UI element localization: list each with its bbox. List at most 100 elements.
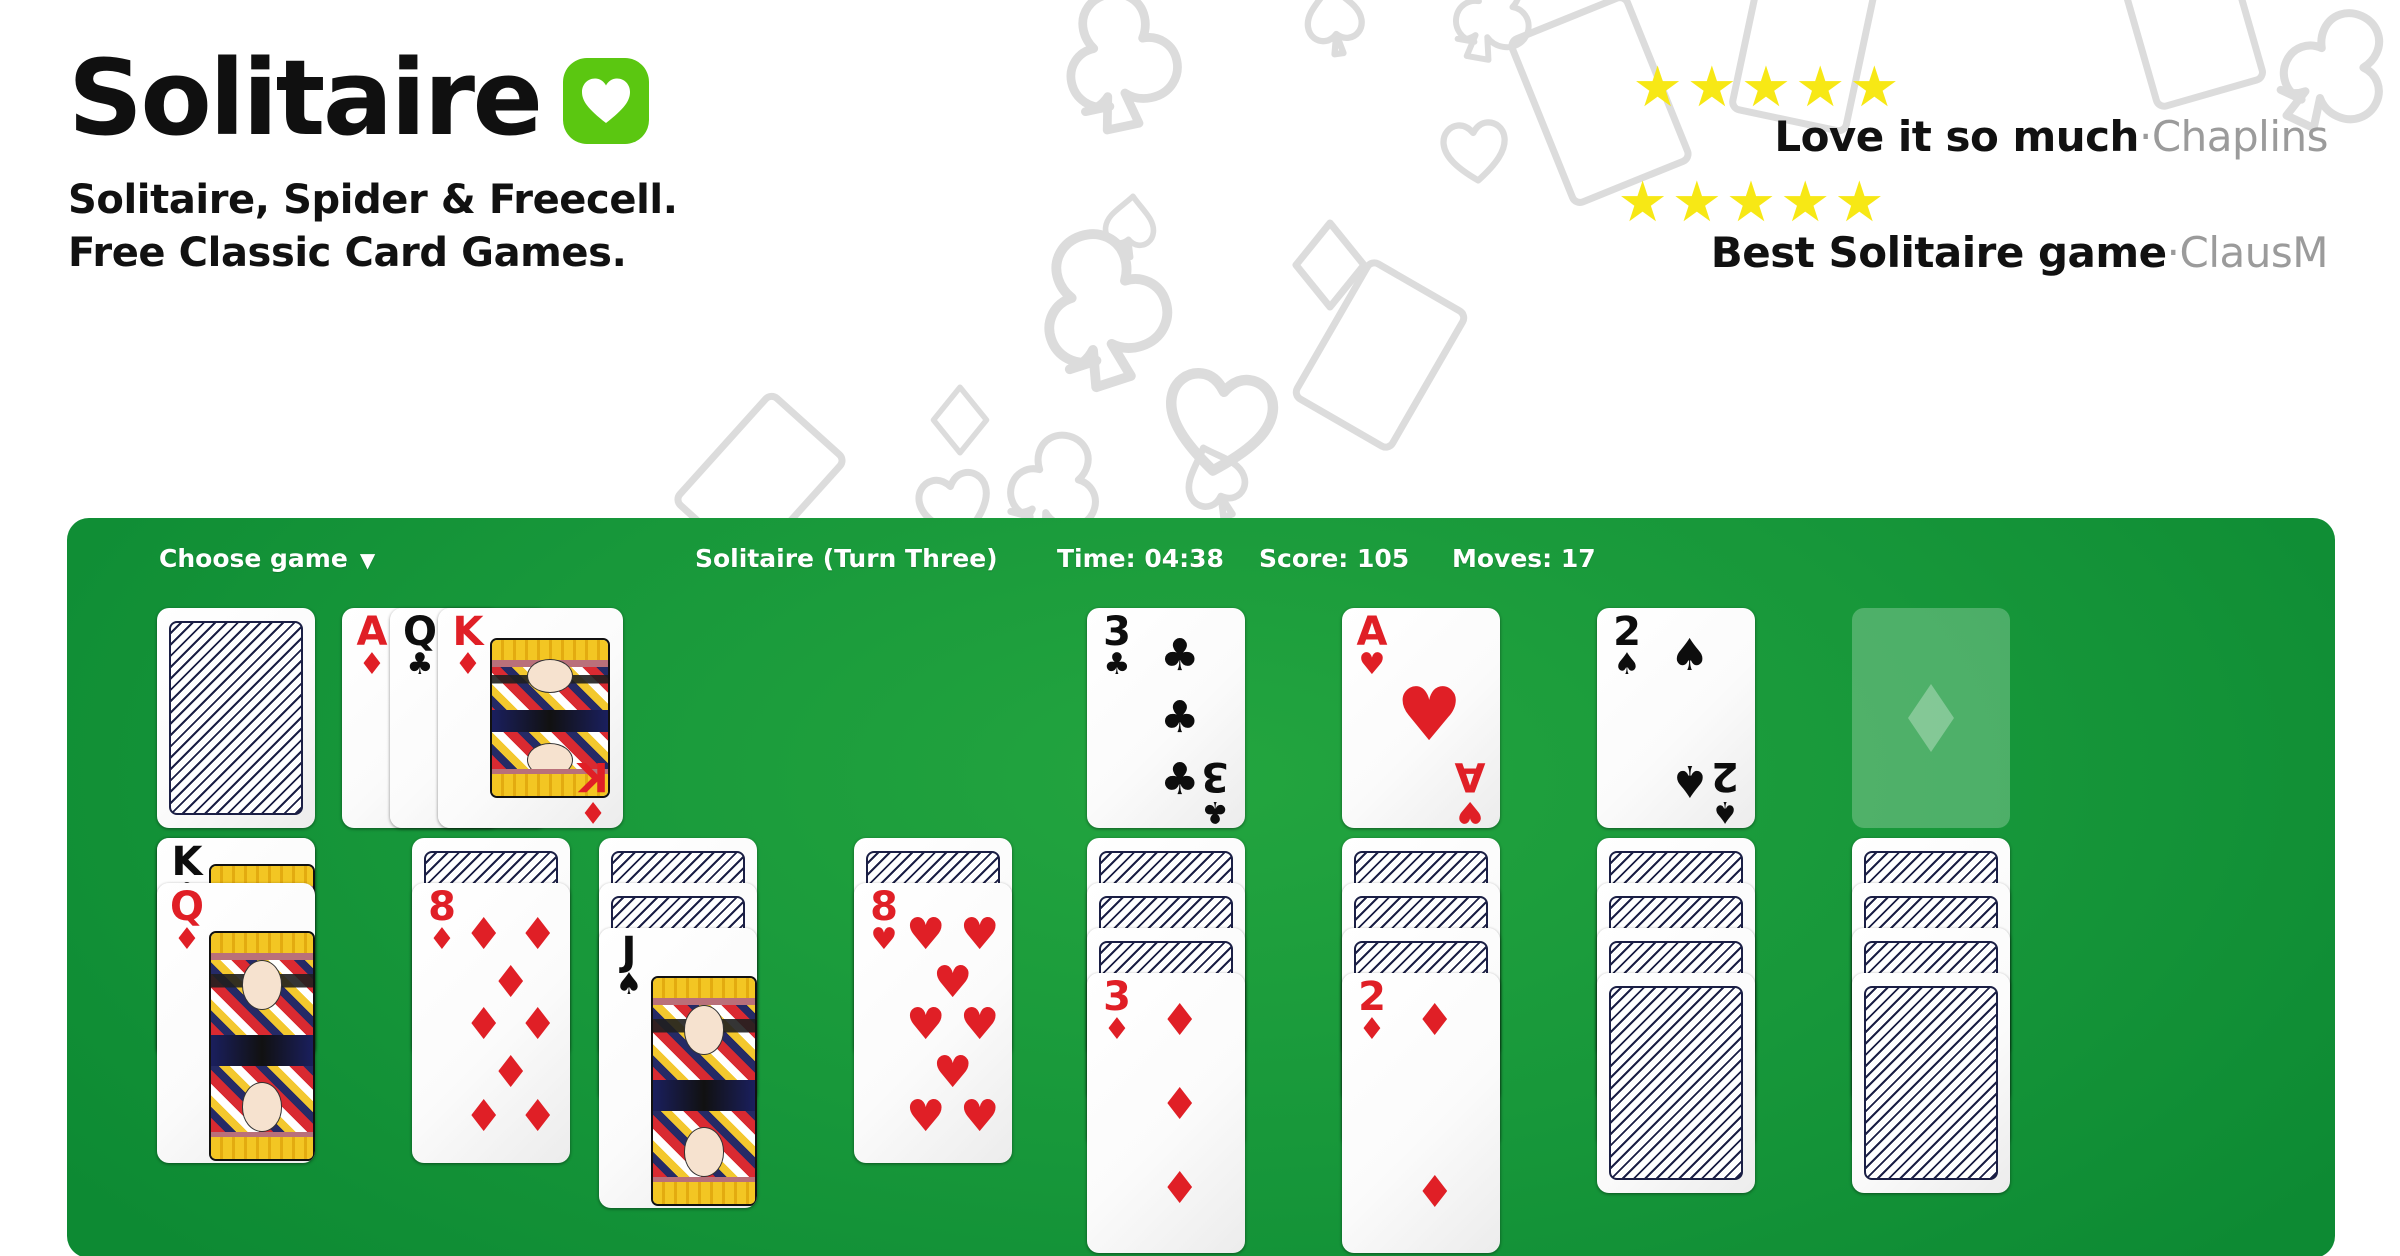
card-back-pattern [169, 621, 303, 815]
card-pip: ♦ [1160, 1079, 1200, 1130]
card-suit-icon: ♥ [1456, 794, 1484, 828]
tableau-col-5-card-3D[interactable]: 3 ♦ ♦ ♦ ♦ [1087, 973, 1245, 1253]
waste-card-3[interactable]: K ♦ ♦ K [438, 608, 623, 828]
card-rank: K [171, 839, 203, 885]
card-corner: 2 ♠ [1607, 612, 1647, 680]
stat-moves: Moves: 17 [1452, 544, 1596, 573]
card-pip: ♦ [464, 999, 504, 1050]
card-suit-icon: ♠ [1613, 647, 1641, 682]
card-rank: 8 [428, 884, 456, 930]
card-rank: 3 [1103, 609, 1131, 655]
review-item: ★★★★★ Best Solitaire game·ClausM [1328, 174, 2329, 277]
tableau-col-3-card-JS[interactable]: J ♠ [599, 928, 757, 1208]
tableau-col-8-facedown-4[interactable] [1852, 973, 2010, 1193]
card-rank: A [1356, 609, 1388, 655]
card-corner-bottom: ♣ 3 [1195, 753, 1235, 828]
card-suit-icon: ♥ [870, 922, 898, 957]
star-icon: ★★★★★ [1632, 55, 1904, 118]
review-author: ClausM [2179, 227, 2329, 277]
page-title: Solitaire [68, 37, 543, 159]
card-corner: 8 ♦ [422, 887, 462, 955]
stat-score: Score: 105 [1259, 544, 1410, 573]
tableau-col-7-facedown-4[interactable] [1597, 973, 1755, 1193]
card-rank: Q [402, 609, 437, 655]
tableau-col-4-card-8H[interactable]: 8 ♥ ♥ ♥ ♥ ♥ ♥ ♥ ♥ ♥ [854, 883, 1012, 1163]
jack-face-artwork [651, 976, 757, 1206]
star-rating: ★★★★★ [1328, 59, 2328, 115]
card-pip: ♦ [464, 909, 504, 960]
card-pip: ♦ [1415, 1164, 1455, 1215]
card-suit-icon: ♠ [1711, 794, 1739, 828]
foundation-pile-diamonds-empty[interactable] [1852, 608, 2010, 828]
card-pip-center: ♥ [1396, 672, 1463, 758]
tableau-col-2-card-8D[interactable]: 8 ♦ ♦ ♦ ♦ ♦ ♦ ♦ ♦ ♦ [412, 883, 570, 1163]
queen-face-artwork [209, 931, 315, 1161]
card-corner-bottom: ♠ 2 [1705, 753, 1745, 828]
card-rank: 3 [1201, 753, 1229, 799]
card-pip: ♠ [1670, 630, 1710, 681]
card-rank: J [621, 929, 637, 975]
choose-game-dropdown[interactable]: Choose game ▼ [159, 544, 375, 573]
card-corner-bottom: ♥ A [1450, 753, 1490, 828]
card-corner: 8 ♥ [864, 887, 904, 955]
card-pip: ♣ [1160, 692, 1200, 743]
card-suit-icon: ♦ [428, 922, 456, 957]
card-pip: ♥ [906, 999, 946, 1050]
card-pip: ♦ [491, 1047, 531, 1098]
review-quote: Best Solitaire game [1710, 227, 2167, 277]
card-corner-bottom: ♦ K [573, 753, 613, 828]
card-back-pattern [1864, 986, 1998, 1180]
card-suit-icon: ♦ [579, 794, 607, 828]
card-pip: ♠ [1670, 755, 1710, 806]
reviews-block: ★★★★★ Love it so much·Chaplins ★★★★★ Bes… [1328, 59, 2329, 293]
card-suit-icon: ♣ [1201, 794, 1229, 828]
card-back-pattern [1609, 986, 1743, 1180]
card-corner: A ♦ [352, 612, 392, 680]
diamond-placeholder-icon [1908, 684, 1954, 752]
card-pip: ♥ [906, 909, 946, 960]
card-rank: A [1454, 753, 1486, 799]
foundation-pile-spades[interactable]: 2 ♠ ♠ ♠ ♠ 2 [1597, 608, 1755, 828]
card-rank: 2 [1711, 753, 1739, 799]
card-suit-icon: ♠ [615, 967, 643, 1002]
card-suit-icon: ♣ [1103, 647, 1131, 682]
card-rank: Q [169, 884, 204, 930]
solitaire-game-board: Choose game ▼ Solitaire (Turn Three) Time… [67, 518, 2335, 1256]
card-rank: K [452, 609, 484, 655]
tableau-col-6-card-2D[interactable]: 2 ♦ ♦ ♦ [1342, 973, 1500, 1253]
card-pip: ♦ [464, 1091, 504, 1142]
card-pip: ♣ [1160, 630, 1200, 681]
tagline: Solitaire, Spider & Freecell. Free Class… [68, 174, 678, 280]
card-corner: A ♥ [1352, 612, 1392, 680]
review-text: Love it so much·Chaplins [1328, 112, 2328, 161]
stock-pile[interactable] [157, 608, 315, 828]
card-rank: 3 [1103, 974, 1131, 1020]
brand-block: Solitaire Solitaire, Spider & Freecell. … [68, 46, 678, 280]
card-pip: ♥ [960, 999, 1000, 1050]
card-pip: ♥ [960, 909, 1000, 960]
tagline-line-2: Free Classic Card Games. [68, 230, 627, 277]
star-icon: ★★★★★ [1617, 170, 1889, 234]
foundation-pile-hearts[interactable]: A ♥ ♥ ♥ A [1342, 608, 1500, 828]
game-toolbar: Choose game ▼ Solitaire (Turn Three) Time… [67, 518, 2335, 590]
card-rank: A [356, 609, 388, 655]
card-rank: K [577, 753, 609, 799]
brand-row: Solitaire [68, 46, 678, 150]
heart-icon [562, 58, 649, 144]
game-mode-label: Solitaire (Turn Three) [695, 544, 998, 573]
review-item: ★★★★★ Love it so much·Chaplins [1328, 59, 2328, 162]
card-suit-icon: ♦ [1103, 1012, 1131, 1047]
page-header: Solitaire Solitaire, Spider & Freecell. … [0, 0, 2400, 520]
chevron-down-icon: ▼ [359, 548, 376, 572]
tableau-col-1-card-Q[interactable]: Q ♦ [157, 883, 315, 1163]
review-separator: · [2166, 227, 2180, 277]
review-separator: · [2138, 112, 2152, 162]
card-corner: 2 ♦ [1352, 977, 1392, 1045]
choose-game-label: Choose game [159, 544, 348, 573]
foundation-pile-clubs[interactable]: 3 ♣ ♣ ♣ ♣ ♣ 3 [1087, 608, 1245, 828]
card-pip: ♥ [933, 1047, 973, 1098]
tagline-line-1: Solitaire, Spider & Freecell. [68, 177, 678, 223]
stat-time: Time: 04:38 [1057, 544, 1224, 573]
card-suit-icon: ♦ [1358, 1012, 1386, 1047]
card-corner: J ♠ [609, 932, 649, 1000]
